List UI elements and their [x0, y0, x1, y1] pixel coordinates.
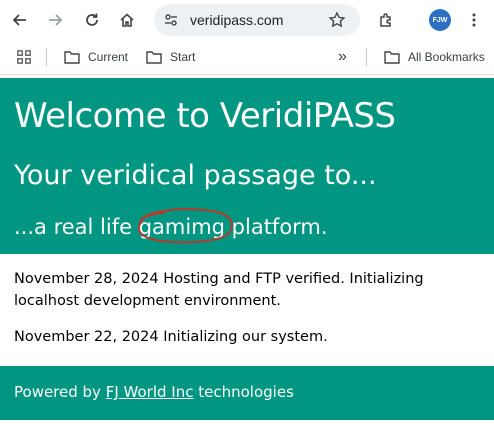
red-circle-annotation	[137, 208, 233, 244]
apps-grid-icon[interactable]	[16, 48, 32, 66]
menu-icon[interactable]	[462, 8, 486, 32]
hero-banner: Welcome to VeridiPASS Your veridical pas…	[0, 78, 494, 254]
page-subtitle: Your veridical passage to...	[14, 160, 377, 191]
bookmarks-separator	[46, 48, 47, 66]
all-bookmarks-button[interactable]: All Bookmarks	[384, 48, 485, 66]
footer-company-link[interactable]: FJ World Inc	[106, 383, 194, 401]
bookmark-start[interactable]: Start	[146, 48, 195, 66]
home-icon[interactable]	[115, 8, 139, 32]
folder-icon	[384, 51, 400, 64]
address-bar[interactable]: veridipass.com	[154, 4, 360, 36]
circled-word: gamimg	[137, 208, 233, 244]
page-tagline: ...a real life gamimg platform.	[14, 208, 328, 244]
all-bookmarks-label: All Bookmarks	[408, 50, 485, 64]
bookmarks-overflow-button[interactable]: »	[338, 48, 347, 66]
back-icon[interactable]	[8, 8, 32, 32]
extensions-icon[interactable]	[374, 8, 398, 32]
news-section: November 28, 2024 Hosting and FTP verifi…	[0, 254, 494, 366]
folder-icon	[146, 51, 162, 64]
footer-suffix: technologies	[193, 383, 294, 401]
bookmark-label: Start	[170, 50, 196, 64]
url-text[interactable]: veridipass.com	[190, 12, 283, 28]
news-item: November 22, 2024 Initializing our syste…	[14, 329, 328, 345]
bookmark-current[interactable]: Current	[64, 48, 128, 66]
news-item: November 28, 2024 Hosting and FTP verifi…	[14, 271, 424, 309]
site-info-icon[interactable]	[164, 13, 178, 27]
footer-prefix: Powered by	[14, 383, 106, 401]
page-title: Welcome to VeridiPASS	[14, 96, 396, 136]
browser-toolbar: veridipass.com FJW	[0, 0, 494, 40]
bookmark-label: Current	[88, 50, 129, 64]
bookmarks-separator	[366, 48, 367, 66]
tagline-suffix: platform.	[224, 215, 328, 239]
bookmark-star-icon[interactable]	[328, 11, 346, 29]
tagline-prefix: ...a real life	[14, 215, 139, 239]
forward-icon[interactable]	[43, 8, 67, 32]
folder-icon	[64, 51, 80, 64]
footer: Powered by FJ World Inc technologies	[0, 366, 494, 420]
profile-avatar[interactable]: FJW	[429, 9, 451, 31]
bookmarks-bar: Current Start » All Bookmarks	[0, 40, 494, 75]
page-content: Welcome to VeridiPASS Your veridical pas…	[0, 78, 494, 424]
reload-icon[interactable]	[80, 8, 104, 32]
footer-text: Powered by FJ World Inc technologies	[14, 383, 294, 401]
